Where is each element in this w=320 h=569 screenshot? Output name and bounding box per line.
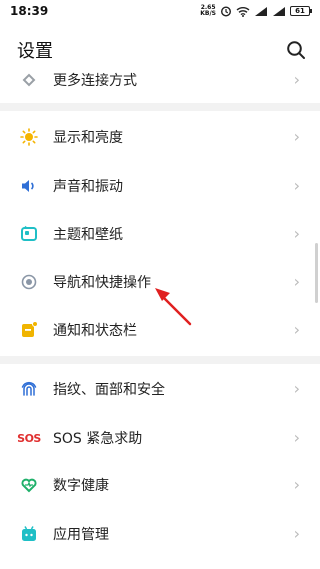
settings-item-label: 导航和快捷操作 xyxy=(53,275,151,291)
search-icon[interactable] xyxy=(286,40,306,60)
annotation-arrow xyxy=(155,288,192,326)
battery-icon: 61 xyxy=(290,6,312,16)
settings-item-more-connections[interactable]: 更多连接方式 › xyxy=(0,68,320,100)
link-icon xyxy=(20,71,38,89)
chevron-right-icon: › xyxy=(293,70,300,89)
settings-item-app-management[interactable]: 应用管理 › xyxy=(0,514,320,554)
app-icon xyxy=(20,525,38,543)
settings-item-label: 主题和壁纸 xyxy=(53,227,123,243)
section-divider xyxy=(0,103,320,111)
chevron-right-icon: › xyxy=(293,176,300,195)
status-bar: 18:39 2.65 KB/S 61 xyxy=(0,0,320,22)
navigation-icon xyxy=(20,273,38,291)
status-icons: 2.65 KB/S 61 xyxy=(200,4,312,17)
notification-icon xyxy=(20,321,38,339)
settings-item-label: 更多连接方式 xyxy=(53,73,137,89)
settings-item-sound[interactable]: 声音和振动 › xyxy=(0,166,320,206)
alarm-icon xyxy=(220,6,232,17)
sun-icon xyxy=(20,128,38,146)
page-title: 设置 xyxy=(17,41,53,62)
section-divider xyxy=(0,356,320,364)
theme-icon xyxy=(20,225,38,243)
speaker-icon xyxy=(20,177,38,195)
settings-item-label: 指纹、面部和安全 xyxy=(53,382,165,398)
signal-icon xyxy=(255,6,267,16)
chevron-right-icon: › xyxy=(293,224,300,243)
scrollbar[interactable] xyxy=(315,243,318,303)
settings-item-digital-health[interactable]: 数字健康 › xyxy=(0,465,320,505)
settings-item-sos[interactable]: SOS SOS 紧急求助 › xyxy=(0,418,320,458)
settings-item-label: 应用管理 xyxy=(53,527,109,543)
settings-item-label: 显示和亮度 xyxy=(53,130,123,146)
settings-item-label: SOS 紧急求助 xyxy=(53,431,143,447)
header: 设置 xyxy=(0,30,320,70)
settings-item-security[interactable]: 指纹、面部和安全 › xyxy=(0,369,320,409)
chevron-right-icon: › xyxy=(293,320,300,339)
signal-icon-2 xyxy=(273,6,285,16)
fingerprint-icon xyxy=(20,380,38,398)
chevron-right-icon: › xyxy=(293,475,300,494)
settings-item-label: 通知和状态栏 xyxy=(53,323,137,339)
network-speed: 2.65 KB/S xyxy=(200,4,216,17)
chevron-right-icon: › xyxy=(293,524,300,543)
settings-item-label: 声音和振动 xyxy=(53,179,123,195)
chevron-right-icon: › xyxy=(293,127,300,146)
settings-item-label: 数字健康 xyxy=(53,478,109,494)
sos-icon: SOS xyxy=(17,431,41,445)
chevron-right-icon: › xyxy=(293,379,300,398)
settings-item-theme[interactable]: 主题和壁纸 › xyxy=(0,214,320,254)
chevron-right-icon: › xyxy=(293,428,300,447)
status-time: 18:39 xyxy=(10,4,49,18)
heart-icon xyxy=(20,476,38,494)
chevron-right-icon: › xyxy=(293,272,300,291)
wifi-icon xyxy=(236,6,250,17)
settings-item-display[interactable]: 显示和亮度 › xyxy=(0,117,320,157)
